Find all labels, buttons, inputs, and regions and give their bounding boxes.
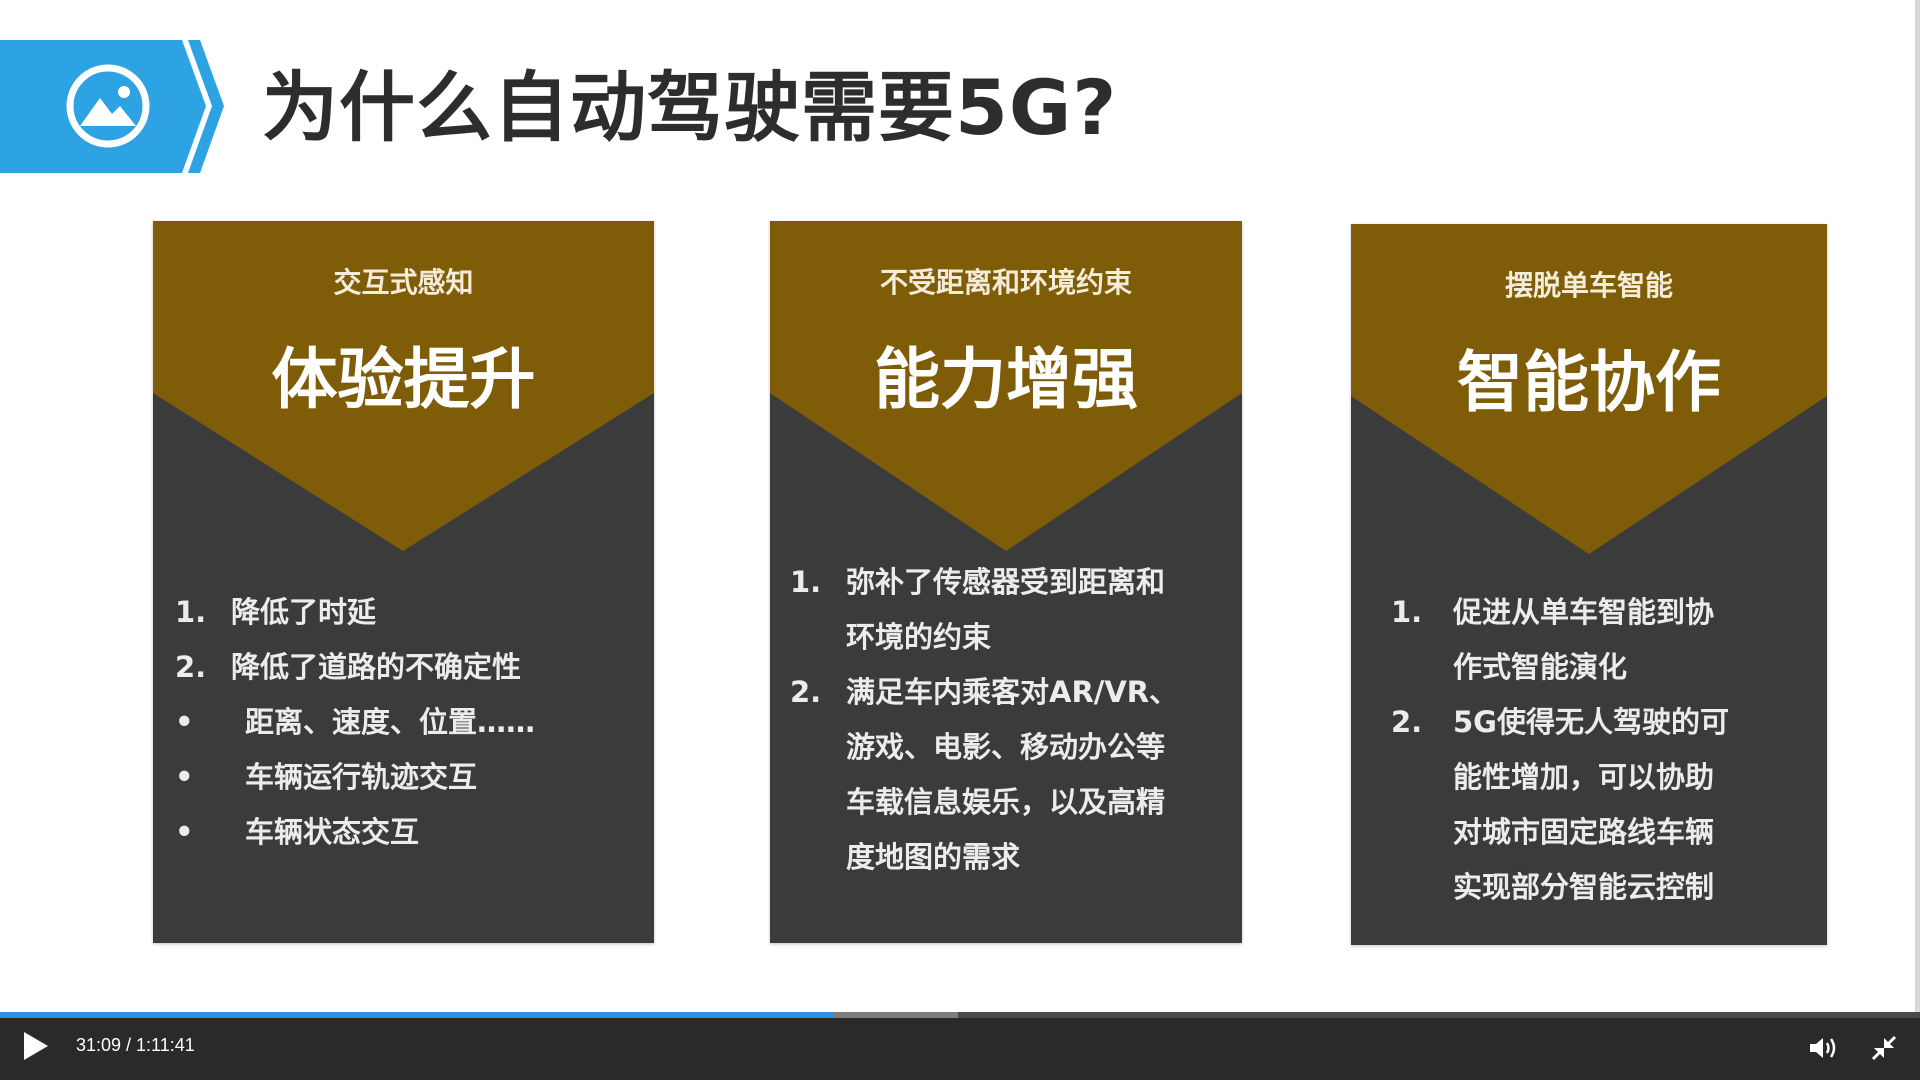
list-item: • 距离、速度、位置…… bbox=[175, 705, 536, 739]
video-controls bbox=[0, 1012, 1920, 1080]
card-heading: 能力增强 bbox=[874, 341, 1138, 418]
card-subtitle: 不受距离和环境约束 bbox=[879, 266, 1132, 299]
list-item: 1. 促进从单车智能到协 bbox=[1391, 595, 1715, 629]
volume-icon bbox=[1810, 1038, 1836, 1058]
card-collaboration: 摆脱单车智能 智能协作 1. 促进从单车智能到协 作式智能演化 2. 5G使得无人驾… bbox=[1351, 224, 1827, 945]
list-item-continuation: 环境的约束 bbox=[846, 620, 992, 654]
card-subtitle: 摆脱单车智能 bbox=[1504, 269, 1673, 302]
volume-button[interactable] bbox=[1808, 1034, 1840, 1062]
exit-fullscreen-button[interactable] bbox=[1870, 1034, 1898, 1062]
card-heading: 智能协作 bbox=[1457, 344, 1721, 421]
list-item: 2. 5G使得无人驾驶的可 bbox=[1391, 705, 1729, 739]
list-item-continuation: 车载信息娱乐，以及高精 bbox=[846, 785, 1166, 819]
card-experience: 交互式感知 体验提升 1. 降低了时延 2. 降低了道路的不确定性 • 距离、速度、位… bbox=[153, 221, 654, 943]
list-item-continuation: 游戏、电影、移动办公等 bbox=[846, 730, 1166, 764]
card-list: 1. 降低了时延 2. 降低了道路的不确定性 • 距离、速度、位置…… • 车辆运行轨迹… bbox=[175, 585, 535, 860]
play-icon bbox=[24, 1032, 48, 1060]
list-item: 2. 降低了道路的不确定性 bbox=[175, 650, 522, 684]
list-item: • 车辆状态交互 bbox=[175, 815, 420, 849]
list-item-continuation: 实现部分智能云控制 bbox=[1453, 870, 1715, 904]
slide-edge bbox=[1915, 0, 1920, 1012]
play-button[interactable] bbox=[20, 1029, 52, 1063]
slide: 为什么自动驾驶需要5G? 交互式感知 体验提升 1. 降低了时延 2. 降低了道路的… bbox=[0, 0, 1920, 1012]
card-subtitle: 交互式感知 bbox=[333, 266, 474, 299]
title-banner bbox=[0, 40, 230, 173]
card-capability: 不受距离和环境约束 能力增强 1. 弥补了传感器受到距离和 环境的约束 2. 满足车… bbox=[770, 221, 1242, 943]
card-list: 1. 弥补了传感器受到距离和 环境的约束 2. 满足车内乘客对AR/VR、 游戏、电… bbox=[790, 555, 1178, 885]
list-item-continuation: 能性增加，可以协助 bbox=[1453, 760, 1715, 794]
card-heading: 体验提升 bbox=[271, 341, 536, 418]
list-item: 1. 弥补了传感器受到距离和 bbox=[790, 565, 1166, 599]
time-display: 31:09 / 1:11:41 bbox=[76, 1035, 195, 1055]
exit-fullscreen-icon bbox=[1871, 1035, 1897, 1061]
slide-title: 为什么自动驾驶需要5G? bbox=[262, 63, 1118, 152]
card-list: 1. 促进从单车智能到协 作式智能演化 2. 5G使得无人驾驶的可 能性增加，可以协… bbox=[1391, 585, 1729, 915]
list-item-continuation: 作式智能演化 bbox=[1453, 650, 1628, 684]
list-item-continuation: 度地图的需求 bbox=[846, 840, 1021, 874]
list-item: • 车辆运行轨迹交互 bbox=[175, 760, 478, 794]
list-item: 2. 满足车内乘客对AR/VR、 bbox=[790, 675, 1179, 709]
list-item-continuation: 对城市固定路线车辆 bbox=[1453, 815, 1715, 849]
progress-bar[interactable] bbox=[0, 1012, 1920, 1018]
progress-played bbox=[0, 1012, 835, 1018]
list-item: 1. 降低了时延 bbox=[175, 595, 377, 629]
